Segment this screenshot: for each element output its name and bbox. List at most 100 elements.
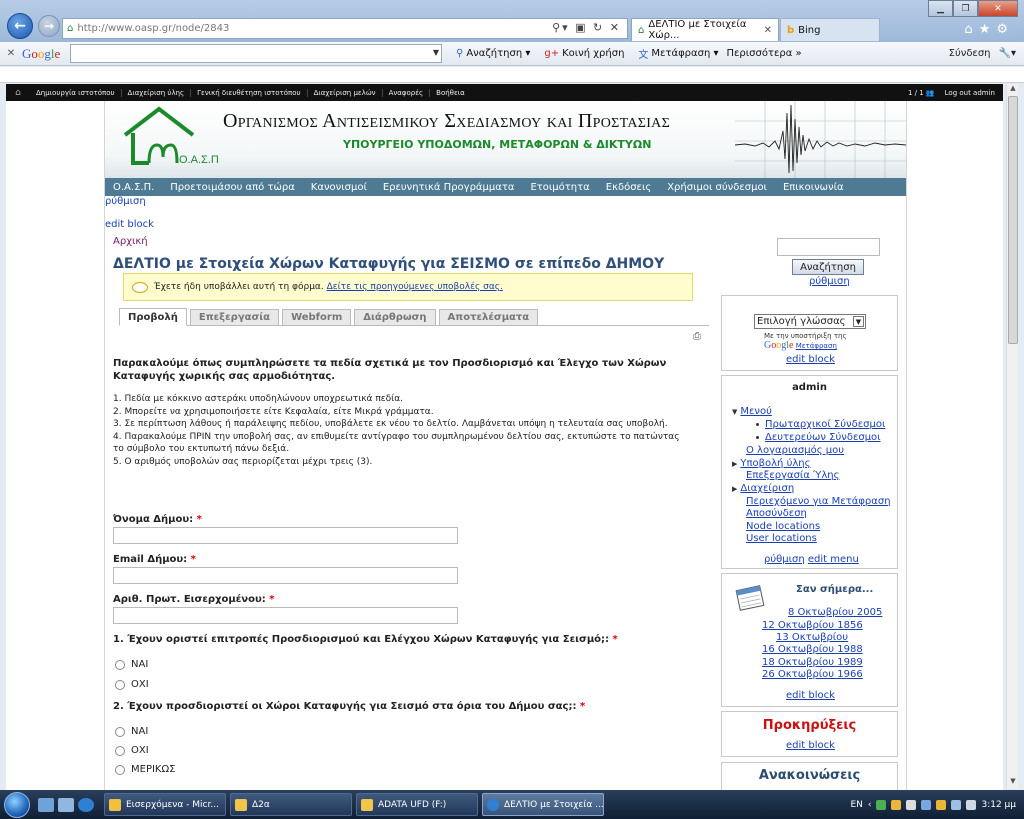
nav-item-oasp[interactable]: Ο.Α.Σ.Π. <box>113 182 154 193</box>
edit-block-link[interactable]: edit block <box>105 219 154 230</box>
admin-menu-item[interactable]: Διαχείριση μελών <box>308 88 383 97</box>
taskbar-item-browser[interactable]: ΔΕΛΤΙΟ με Στοιχεία ... <box>482 793 604 816</box>
address-tools-icon[interactable]: ⚲▾ ▣ ↻ ✕ <box>552 21 621 34</box>
page-scrollbar[interactable]: ▲ ▼ <box>1006 84 1018 789</box>
scroll-down-icon[interactable]: ▼ <box>1007 777 1019 789</box>
show-desktop-icon[interactable] <box>38 797 54 812</box>
tab-view[interactable]: Προβολή <box>119 308 187 326</box>
menu-item-translate[interactable]: Περιεχόμενο για Μετάφραση <box>746 496 891 507</box>
scroll-up-icon[interactable]: ▲ <box>1007 84 1019 96</box>
tab-edit[interactable]: Επεξεργασία <box>189 309 280 325</box>
radio-button[interactable] <box>115 745 125 756</box>
address-bar[interactable]: ⌂ http://www.oasp.gr/node/2843 ⚲▾ ▣ ↻ ✕ <box>62 18 628 39</box>
nav-item-regulations[interactable]: Κανονισμοί <box>311 182 367 193</box>
shield-icon[interactable] <box>936 799 947 810</box>
protocol-number-input[interactable] <box>113 607 458 624</box>
menu-item-secondary-links[interactable]: Δευτερεύων Σύνδεσμοι <box>756 432 881 443</box>
translate-button[interactable]: 文 Μετάφραση ▾ <box>638 46 718 61</box>
internet-explorer-icon[interactable] <box>78 797 94 812</box>
chevron-down-icon[interactable]: ▼ <box>853 316 864 327</box>
menu-item-logout[interactable]: Αποσύνδεση <box>746 508 807 519</box>
home-icon[interactable]: ⌂ <box>964 22 978 37</box>
tab-bing[interactable]: b Bing <box>780 18 880 41</box>
radio-button[interactable] <box>115 659 125 670</box>
close-toolbar-icon[interactable]: ✕ <box>0 48 22 59</box>
gear-icon[interactable]: ⚙ <box>996 22 1014 37</box>
start-button[interactable] <box>0 790 34 819</box>
chevron-left-icon[interactable]: ‹ <box>868 800 872 810</box>
tray-app-icon[interactable] <box>891 799 902 810</box>
admin-menu-item[interactable]: Γενική διευθέτηση ιστοτόπου <box>191 88 308 97</box>
menu-item-administer[interactable]: ▶ Διαχείριση <box>732 483 794 494</box>
nav-item-publications[interactable]: Εκδόσεις <box>606 182 651 193</box>
home-icon[interactable]: ⌂ <box>6 88 30 98</box>
radio-button[interactable] <box>115 679 125 690</box>
sidebar-search-button[interactable]: Αναζήτηση <box>792 259 864 275</box>
share-button[interactable]: g+ Κοινή χρήση <box>544 48 624 59</box>
taskbar-item-folder[interactable]: Δ2α <box>230 793 352 816</box>
close-window-button[interactable]: ✕ <box>978 0 1018 17</box>
radio-button[interactable] <box>115 764 125 775</box>
date-link[interactable]: 26 Οκτωβρίου 1966 <box>762 669 863 680</box>
taskbar-item-mail[interactable]: Εισερχόμενα - Micr... <box>104 793 226 816</box>
menu-item-node-locations[interactable]: Node locations <box>746 521 820 532</box>
admin-menu-item[interactable]: Αναφορές <box>383 88 431 97</box>
municipality-name-input[interactable] <box>113 527 458 544</box>
signin-link[interactable]: Σύνδεση <box>949 48 991 59</box>
date-link[interactable]: 8 Οκτωβρίου 2005 <box>788 607 882 618</box>
clock[interactable]: 3:12 μμ <box>981 800 1016 810</box>
tray-app-icon[interactable] <box>876 799 887 810</box>
breadcrumb[interactable]: Αρχική <box>113 236 148 247</box>
edit-menu-link[interactable]: edit menu <box>808 554 859 565</box>
settings-link[interactable]: ρύθμιση <box>764 554 805 565</box>
admin-menu-item[interactable]: Διαχείριση ύλης <box>122 88 192 97</box>
nav-item-contact[interactable]: Επικοινωνία <box>783 182 844 193</box>
municipality-email-input[interactable] <box>113 567 458 584</box>
tab-webform[interactable]: Webform <box>282 309 352 325</box>
language-indicator[interactable]: EN <box>850 800 862 810</box>
taskbar-item-drive[interactable]: ADATA UFD (F:) <box>356 793 478 816</box>
date-link[interactable]: 16 Οκτωβρίου 1988 <box>762 644 863 655</box>
admin-menu-item[interactable]: Βοήθεια <box>430 89 471 97</box>
date-link[interactable]: 13 Οκτωβρίου <box>776 632 848 643</box>
menu-item-menu[interactable]: ▼ Μενού <box>732 406 772 417</box>
previous-submissions-link[interactable]: Δείτε τις προηγούμενες υποβολές σας. <box>327 282 503 292</box>
minimize-button[interactable]: ▁ <box>928 0 953 17</box>
settings-link[interactable]: ρύθμιση <box>105 196 146 207</box>
favorites-star-icon[interactable]: ★ <box>979 22 997 37</box>
chevron-down-icon[interactable]: ▼ <box>433 48 439 57</box>
menu-item-submit[interactable]: ▶ Υποβολή ύλης <box>732 458 810 469</box>
radio-button[interactable] <box>115 726 125 737</box>
nav-item-prepare[interactable]: Προετοιμάσου από τώρα <box>170 182 295 193</box>
more-button[interactable]: Περισσότερα » <box>726 48 801 59</box>
logout-link[interactable]: Log out admin <box>945 89 995 97</box>
sidebar-search-input[interactable] <box>777 238 880 256</box>
google-translate-credit[interactable]: Google Μετάφραση <box>764 340 837 351</box>
forward-button[interactable]: → <box>38 15 60 37</box>
date-link[interactable]: 12 Οκτωβρίου 1856 <box>762 620 863 631</box>
tray-app-icon[interactable] <box>921 799 932 810</box>
scrollbar-thumb[interactable] <box>1008 96 1018 344</box>
switch-windows-icon[interactable] <box>58 797 74 812</box>
tray-app-icon[interactable] <box>906 799 917 810</box>
printer-icon[interactable]: ⎙ <box>693 331 705 342</box>
q2-no-option[interactable]: ΟΧΙ <box>115 745 149 756</box>
q1-yes-option[interactable]: ΝΑΙ <box>115 659 148 670</box>
menu-item-primary-links[interactable]: Πρωταρχικοί Σύνδεσμοι <box>756 419 885 430</box>
nav-item-links[interactable]: Χρήσιμοι σύνδεσμοι <box>667 182 767 193</box>
search-settings-link[interactable]: ρύθμιση <box>809 276 850 287</box>
tab-active[interactable]: ⌂ ΔΕΛΤΙΟ με Στοιχεία Χώρ... ✕ <box>631 18 779 41</box>
edit-block-link[interactable]: edit block <box>786 354 835 365</box>
menu-item-edit-content[interactable]: Επεξεργασία Ύλης <box>746 470 839 481</box>
admin-menu-item[interactable]: Δημιουργία ιστοτόπου <box>30 88 122 97</box>
google-search-input[interactable]: ▼ <box>70 44 442 63</box>
maximize-button[interactable]: ❐ <box>953 0 978 17</box>
language-select[interactable]: Επιλογή γλώσσας ▼ <box>754 314 866 329</box>
back-button[interactable]: ← <box>7 13 33 39</box>
tab-structure[interactable]: Διάρθρωση <box>354 309 436 325</box>
q2-partly-option[interactable]: ΜΕΡΙΚΩΣ <box>115 764 175 775</box>
q2-yes-option[interactable]: ΝΑΙ <box>115 726 148 737</box>
google-search-button[interactable]: ⚲ Αναζήτηση ▾ <box>456 48 530 59</box>
q1-no-option[interactable]: ΟΧΙ <box>115 679 149 690</box>
date-link[interactable]: 18 Οκτωβρίου 1989 <box>762 657 863 668</box>
